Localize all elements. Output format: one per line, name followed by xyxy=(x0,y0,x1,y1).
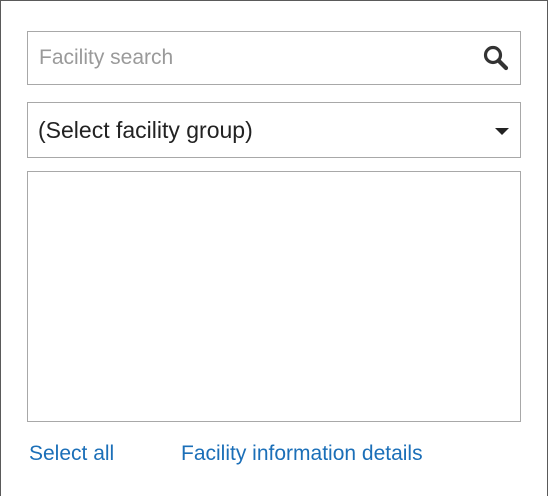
facility-group-select[interactable]: (Select facility group) xyxy=(27,102,521,158)
facility-search-box xyxy=(27,31,521,85)
facility-information-details-link[interactable]: Facility information details xyxy=(181,442,423,466)
facility-group-selected-value: (Select facility group) xyxy=(38,117,253,143)
select-all-link[interactable]: Select all xyxy=(29,442,114,466)
chevron-down-icon xyxy=(495,128,509,135)
facility-search-input[interactable] xyxy=(28,32,468,84)
facility-selection-panel: (Select facility group) Select all Facil… xyxy=(0,0,548,496)
facility-list[interactable] xyxy=(27,171,521,422)
search-icon[interactable] xyxy=(482,44,510,72)
